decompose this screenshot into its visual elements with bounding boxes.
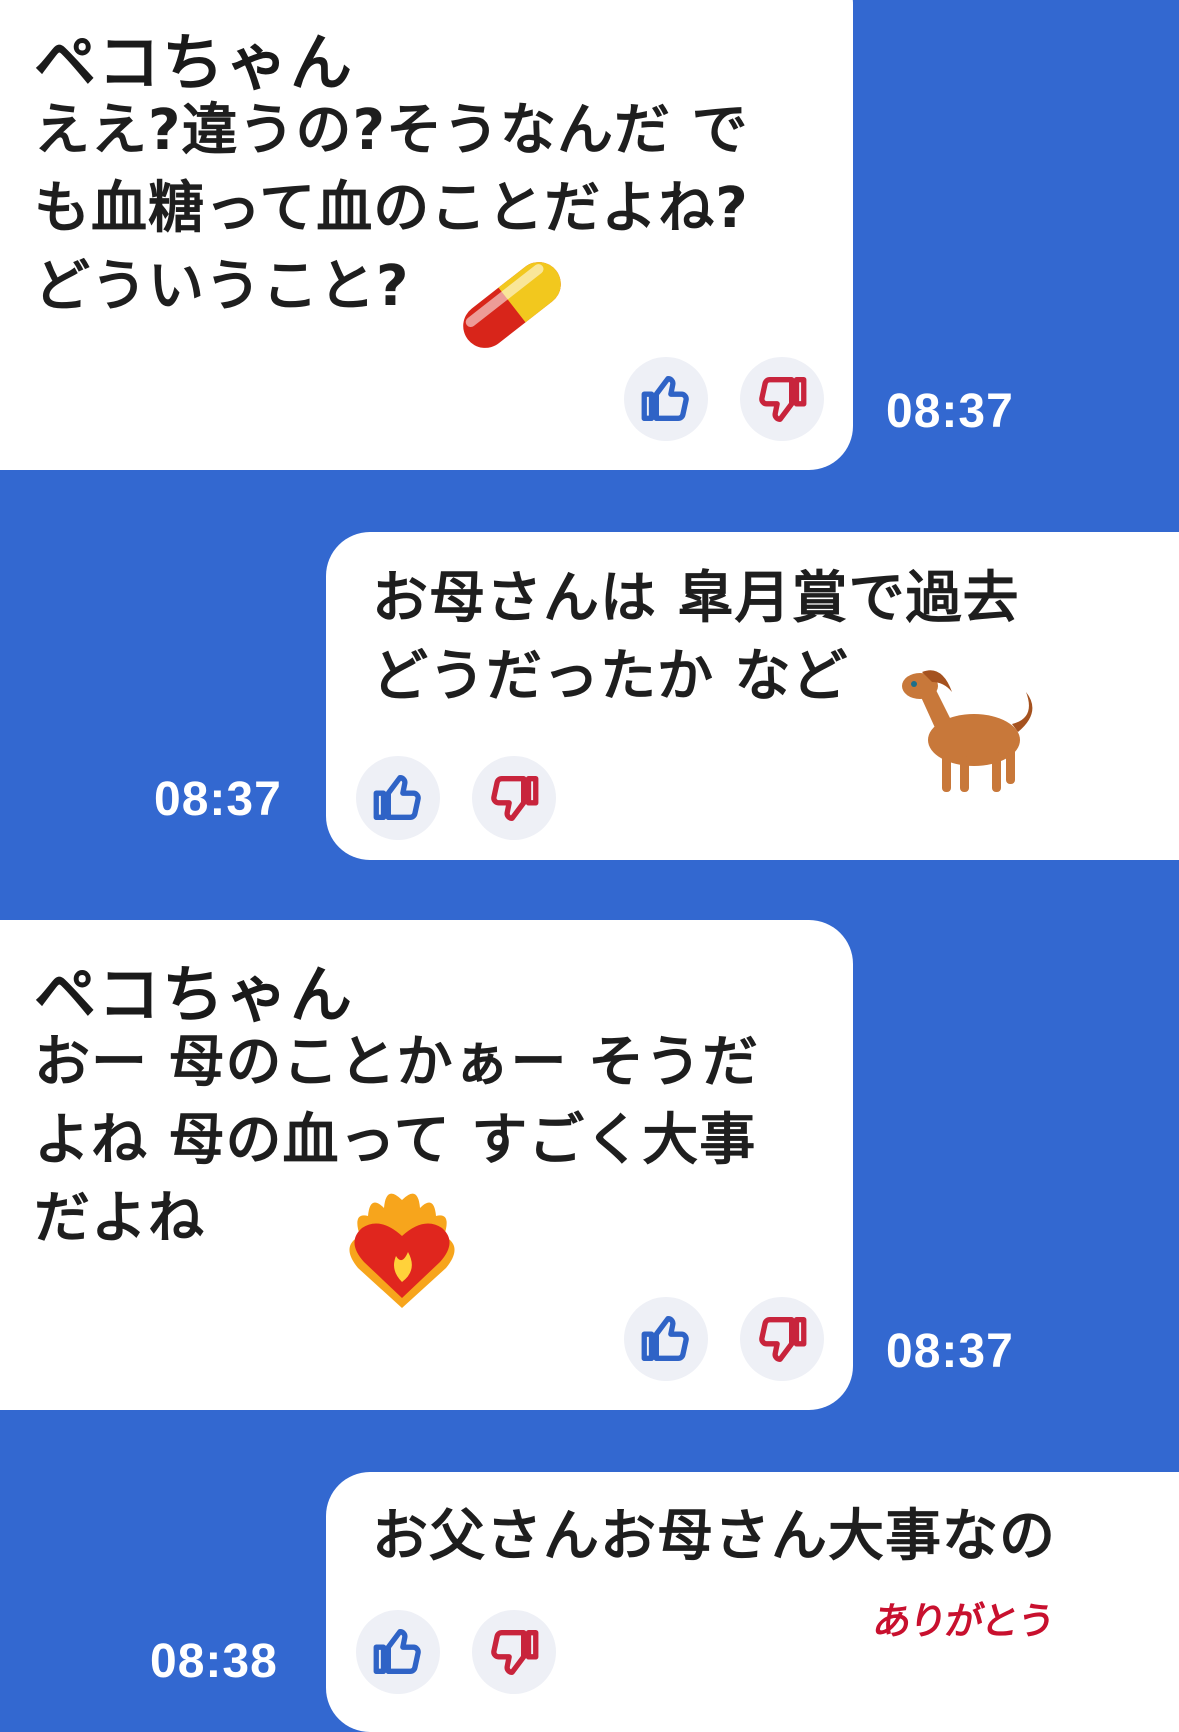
sender-name: ペコちゃん: [34, 26, 355, 99]
thumbs-up-icon: [641, 1316, 689, 1361]
like-button[interactable]: [624, 357, 708, 441]
message-row: お父さんお母さん大事なの ありがとう 08:38: [0, 1472, 1179, 1732]
thumbs-down-icon: [491, 776, 539, 821]
thumbs-down-icon: [491, 1630, 539, 1675]
thumbs-up-icon: [641, 376, 689, 421]
message-time: 08:37: [886, 385, 1014, 438]
like-button[interactable]: [624, 1297, 708, 1381]
dislike-button[interactable]: [740, 357, 824, 441]
thumbs-down-icon: [759, 377, 807, 422]
message-row: ペコちゃん ええ?違うの?そうなんだ で も血糖って血のことだよね? どういうこ…: [0, 0, 1179, 470]
sender-name: ペコちゃん: [34, 958, 355, 1031]
like-button[interactable]: [356, 1610, 440, 1694]
message-bubble-incoming[interactable]: ペコちゃん おー 母のことかぁー そうだ よね 母の血って すごく大事 だよね: [0, 920, 853, 1410]
thumbs-down-icon: [759, 1317, 807, 1362]
dislike-button[interactable]: [740, 1297, 824, 1381]
like-button[interactable]: [356, 756, 440, 840]
message-row: お母さんは 皐月賞で過去 どうだったか など 08:37: [0, 532, 1179, 862]
message-row: ペコちゃん おー 母のことかぁー そうだ よね 母の血って すごく大事 だよね …: [0, 920, 1179, 1410]
thumbs-up-icon: [373, 1629, 421, 1674]
dislike-button[interactable]: [472, 1610, 556, 1694]
message-text: ええ?違うの?そうなんだ で も血糖って血のことだよね? どういうこと?: [34, 98, 749, 319]
message-time: 08:37: [154, 773, 282, 826]
message-bubble-incoming[interactable]: ペコちゃん ええ?違うの?そうなんだ で も血糖って血のことだよね? どういうこ…: [0, 0, 853, 470]
heart-on-fire-emoji: [349, 1193, 455, 1308]
dislike-button[interactable]: [472, 756, 556, 840]
thumbs-up-icon: [373, 775, 421, 820]
message-text: お父さんお母さん大事なの: [372, 1504, 1056, 1569]
pill-emoji: [463, 262, 561, 348]
message-bubble-outgoing[interactable]: お父さんお母さん大事なの ありがとう: [326, 1472, 1179, 1732]
message-time: 08:37: [886, 1325, 1014, 1378]
arigatou-sticker: ありがとう: [870, 1598, 1057, 1643]
message-bubble-outgoing[interactable]: お母さんは 皐月賞で過去 どうだったか など: [326, 532, 1179, 860]
horse-emoji: [902, 670, 1033, 792]
message-time: 08:38: [150, 1635, 278, 1688]
